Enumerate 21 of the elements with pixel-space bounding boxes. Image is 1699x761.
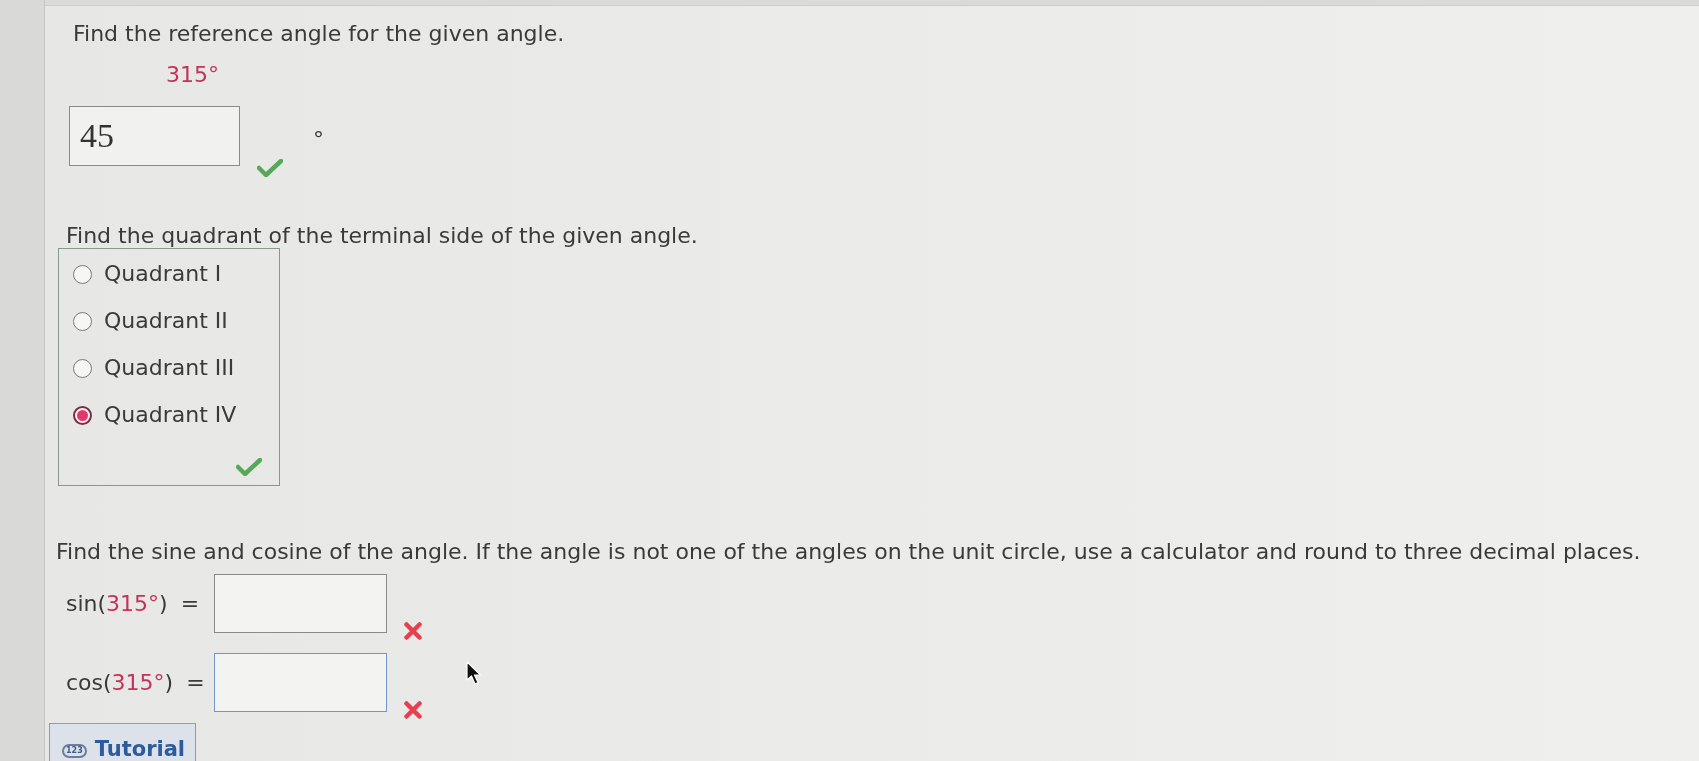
answer-field[interactable] — [214, 574, 387, 633]
radio-button[interactable] — [73, 311, 92, 331]
equation-label: sin(315°) = — [66, 590, 200, 617]
equation-label: cos(315°) = — [66, 669, 205, 696]
question-text: Find the reference angle for the given angle. — [73, 21, 565, 47]
degree-symbol: ° — [313, 127, 324, 153]
tutorial-button[interactable]: 123 Tutorial — [49, 723, 196, 761]
question-text: Find the quadrant of the terminal side of the given angle. — [66, 224, 698, 248]
option-label: Quadrant I — [104, 261, 222, 287]
radio-button[interactable] — [73, 264, 92, 284]
answer-field[interactable]: 45 — [69, 106, 240, 166]
radio-button[interactable] — [73, 358, 92, 378]
radio-button[interactable] — [73, 405, 92, 425]
question-text: Find the sine and cosine of the angle. If the angle is not one of the angles on the unit circle, use a calculator and round to three decimal places. — [56, 539, 1641, 565]
angle-value: 315° — [166, 62, 219, 88]
answer-field[interactable] — [214, 653, 387, 712]
option-label: Quadrant IV — [104, 402, 237, 428]
option-label: Quadrant III — [104, 355, 235, 381]
number-badge: 123 — [62, 744, 87, 758]
cursor-icon — [466, 661, 482, 686]
option-label: Quadrant II — [104, 308, 228, 334]
